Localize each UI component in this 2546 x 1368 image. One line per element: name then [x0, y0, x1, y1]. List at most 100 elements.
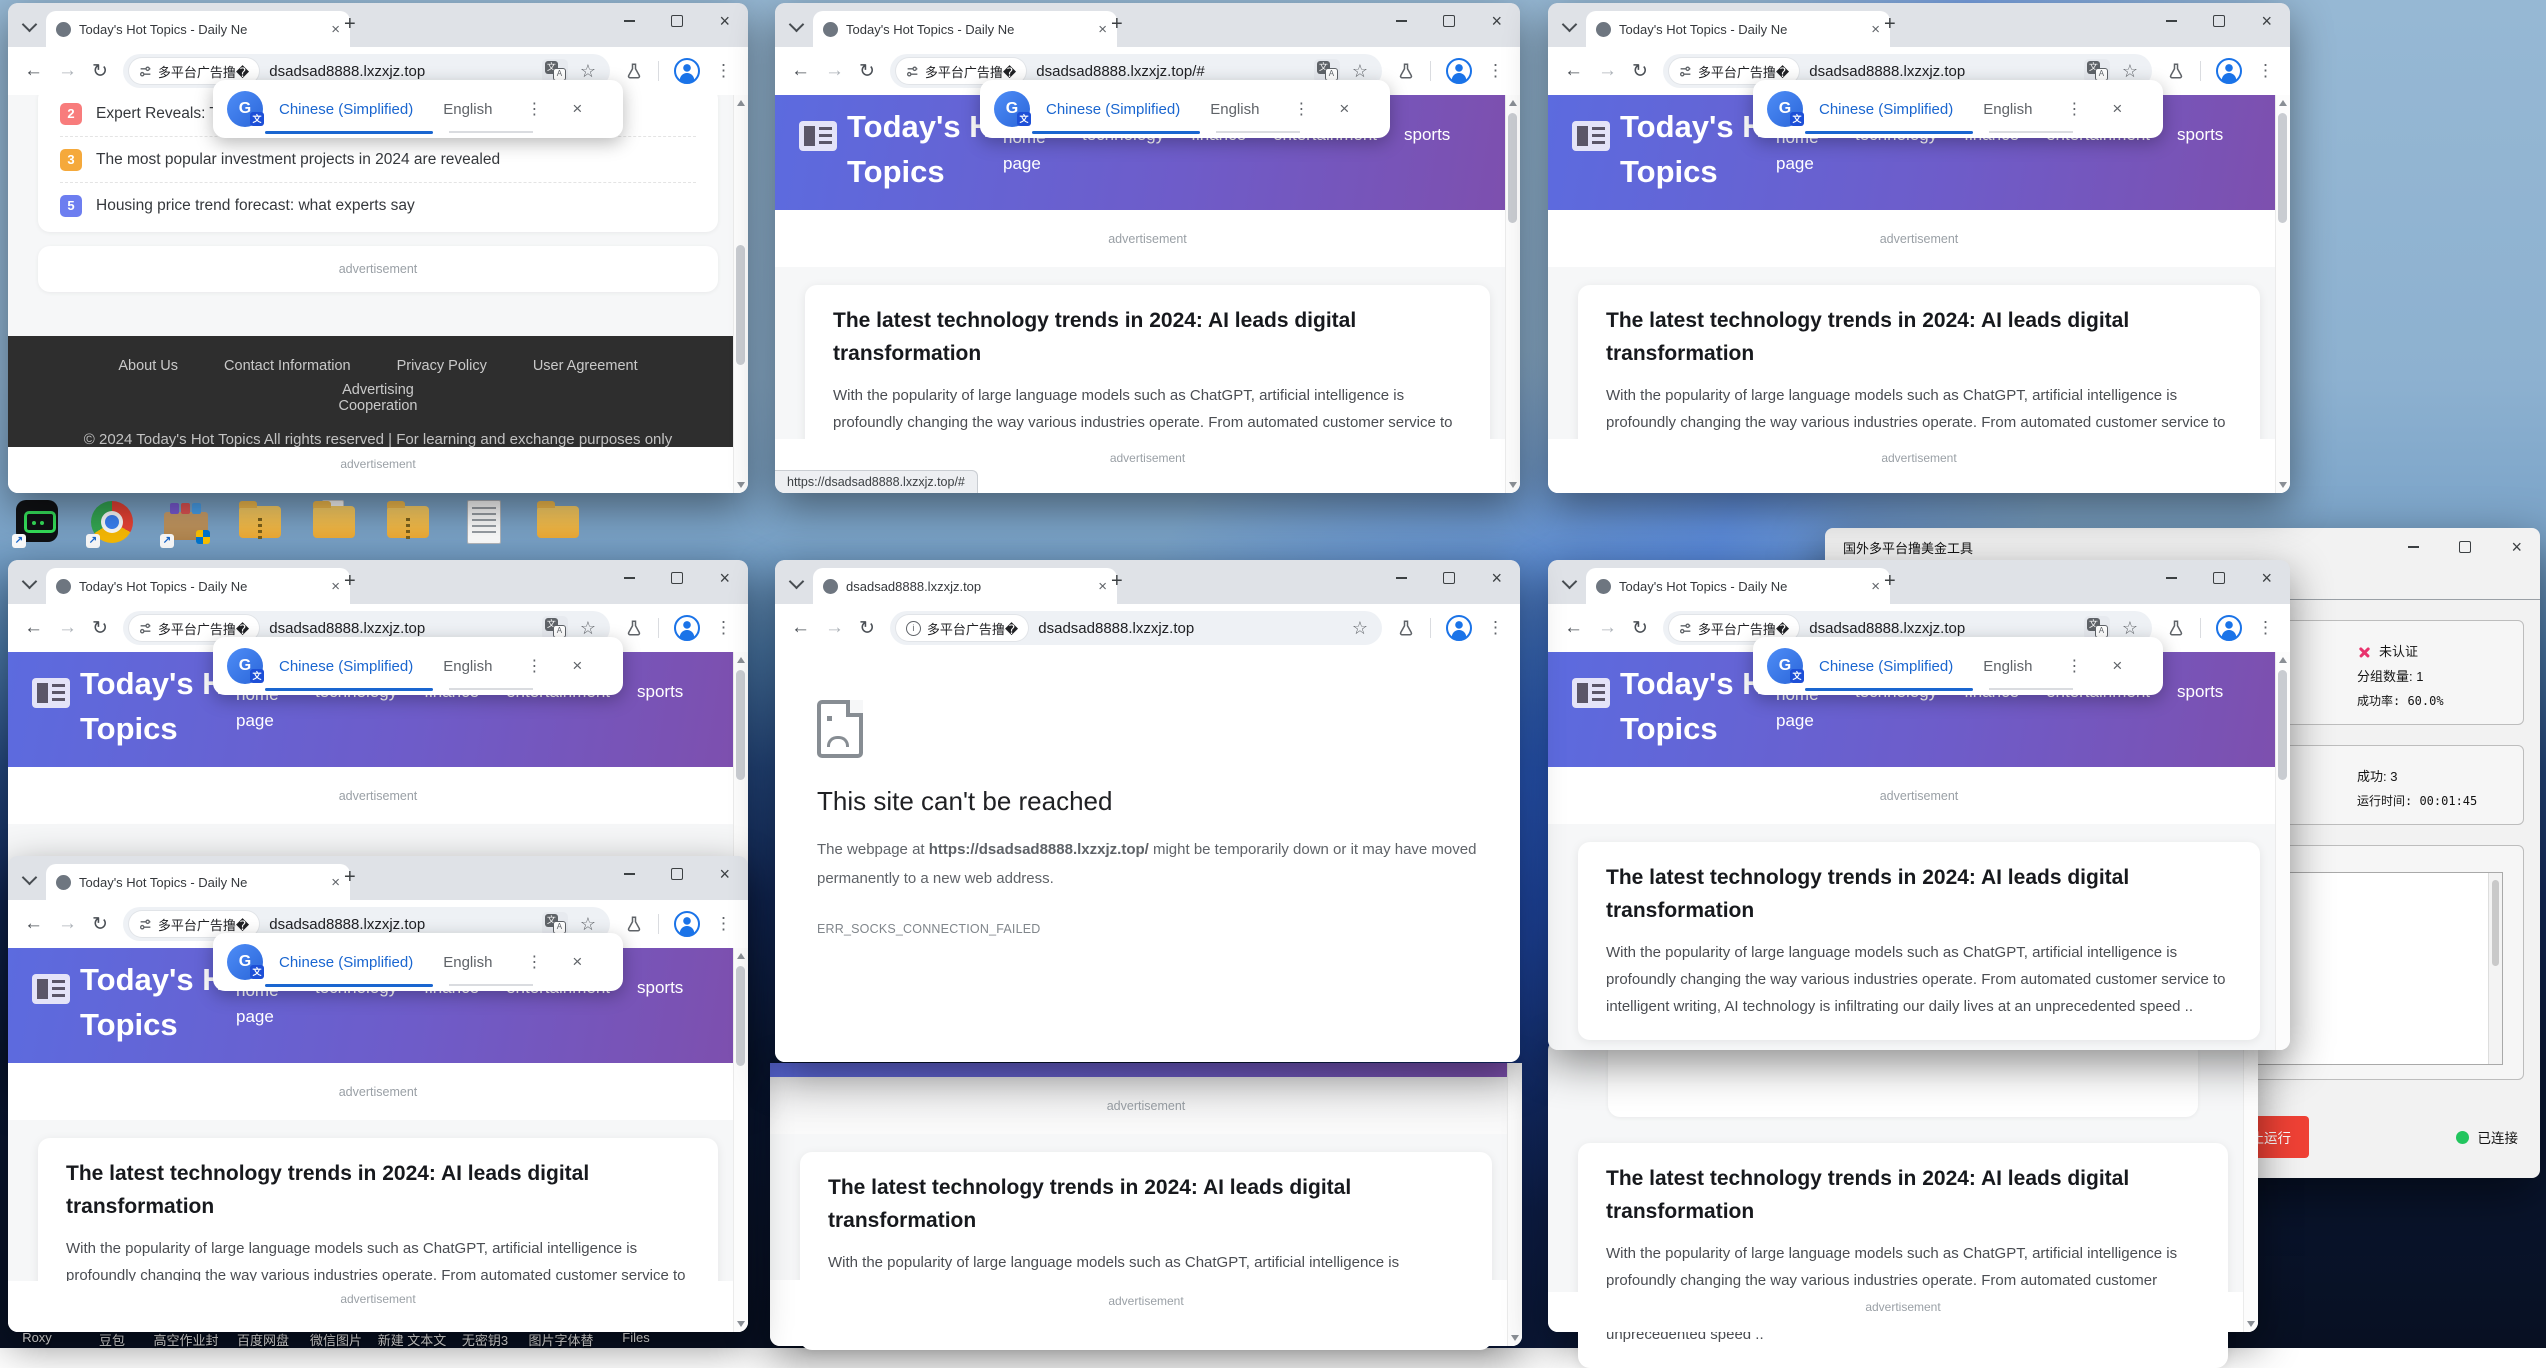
nav-sports[interactable]: sports: [1404, 125, 1450, 178]
bookmark-star-icon[interactable]: ☆: [580, 618, 596, 639]
tab-close-icon[interactable]: ×: [331, 578, 340, 595]
translate-options-icon[interactable]: ⋮: [526, 656, 542, 676]
minimize-button[interactable]: [624, 873, 635, 875]
new-tab-button[interactable]: +: [344, 13, 356, 36]
url-text[interactable]: dsadsad8888.lxzxjz.top: [269, 620, 425, 637]
desktop-label[interactable]: Roxy: [22, 1330, 52, 1345]
forward-icon[interactable]: →: [825, 60, 844, 82]
close-button[interactable]: ×: [1491, 16, 1502, 26]
translate-tab-chinese[interactable]: Chinese (Simplified): [279, 658, 413, 675]
desktop-label[interactable]: Files: [622, 1330, 649, 1345]
translate-tab-chinese[interactable]: Chinese (Simplified): [279, 954, 413, 971]
desktop-icon-folder-with-doc[interactable]: [310, 498, 358, 546]
reload-icon[interactable]: ↻: [859, 60, 875, 83]
nav-sports[interactable]: sports: [637, 682, 683, 735]
translate-tab-english[interactable]: English: [1983, 101, 2032, 118]
nav-sports[interactable]: sports: [2177, 682, 2223, 735]
tab-search-chevron-icon[interactable]: [22, 574, 38, 590]
footer-link-agreement[interactable]: User Agreement: [533, 358, 638, 374]
forward-icon[interactable]: →: [58, 913, 77, 935]
article-card[interactable]: The latest technology trends in 2024: AI…: [1578, 1143, 2228, 1368]
tab-search-chevron-icon[interactable]: [789, 574, 805, 590]
scroll-up-icon[interactable]: [1509, 100, 1517, 106]
new-tab-button[interactable]: +: [344, 570, 356, 593]
translate-tab-english[interactable]: English: [443, 658, 492, 675]
translate-options-icon[interactable]: ⋮: [2066, 99, 2082, 119]
scroll-up-icon[interactable]: [737, 100, 745, 106]
translate-close-icon[interactable]: ×: [1339, 99, 1349, 119]
minimize-button[interactable]: [2408, 546, 2419, 548]
desktop-label[interactable]: 图片字体替: [528, 1330, 593, 1349]
reload-icon[interactable]: ↻: [1632, 60, 1648, 83]
tab-close-icon[interactable]: ×: [331, 21, 340, 38]
forward-icon[interactable]: →: [58, 617, 77, 639]
translate-tab-english[interactable]: English: [1210, 101, 1259, 118]
scroll-up-icon[interactable]: [737, 657, 745, 663]
minimize-button[interactable]: [2166, 577, 2177, 579]
close-button[interactable]: ×: [719, 573, 730, 583]
browser-menu-icon[interactable]: ⋮: [715, 61, 732, 81]
back-icon[interactable]: ←: [791, 60, 810, 82]
translate-tab-english[interactable]: English: [443, 101, 492, 118]
scrollbar[interactable]: [2243, 1040, 2258, 1332]
profile-avatar-icon[interactable]: [674, 58, 700, 84]
desktop-icon-installer-box[interactable]: ↗: [162, 498, 210, 546]
maximize-button[interactable]: [671, 868, 683, 880]
experiments-flask-icon[interactable]: [625, 62, 643, 80]
reload-icon[interactable]: ↻: [859, 617, 875, 640]
footer-link-privacy[interactable]: Privacy Policy: [397, 358, 487, 374]
bookmark-star-icon[interactable]: ☆: [1352, 61, 1368, 82]
tab-search-chevron-icon[interactable]: [22, 870, 38, 886]
desktop-icon-chrome[interactable]: ↗: [88, 498, 136, 546]
reload-icon[interactable]: ↻: [92, 913, 108, 936]
desktop-label[interactable]: 豆包: [99, 1330, 125, 1349]
experiments-flask-icon[interactable]: [2167, 62, 2185, 80]
url-text[interactable]: dsadsad8888.lxzxjz.top: [1038, 620, 1194, 637]
scroll-up-icon[interactable]: [737, 953, 745, 959]
browser-menu-icon[interactable]: ⋮: [2257, 618, 2274, 638]
footer-link-about[interactable]: About Us: [118, 358, 178, 374]
profile-avatar-icon[interactable]: [674, 911, 700, 937]
bookmark-star-icon[interactable]: ☆: [580, 914, 596, 935]
list-item[interactable]: 5Housing price trend forecast: what expe…: [60, 183, 696, 228]
site-permission-chip[interactable]: i多平台广告撸�: [896, 615, 1028, 641]
browser-menu-icon[interactable]: ⋮: [1487, 618, 1504, 638]
translate-options-icon[interactable]: ⋮: [2066, 656, 2082, 676]
maximize-button[interactable]: [2213, 15, 2225, 27]
translate-close-icon[interactable]: ×: [572, 952, 582, 972]
bookmark-star-icon[interactable]: ☆: [2122, 61, 2138, 82]
footer-link-contact[interactable]: Contact Information: [224, 358, 351, 374]
browser-menu-icon[interactable]: ⋮: [1487, 61, 1504, 81]
back-icon[interactable]: ←: [1564, 60, 1583, 82]
scroll-down-icon[interactable]: [737, 1321, 745, 1327]
translate-tab-english[interactable]: English: [443, 954, 492, 971]
tab-close-icon[interactable]: ×: [1098, 578, 1107, 595]
scroll-thumb[interactable]: [2492, 880, 2499, 966]
profile-avatar-icon[interactable]: [1446, 58, 1472, 84]
url-text[interactable]: dsadsad8888.lxzxjz.top: [1809, 63, 1965, 80]
profile-avatar-icon[interactable]: [2216, 58, 2242, 84]
bookmark-star-icon[interactable]: ☆: [1352, 618, 1368, 639]
experiments-flask-icon[interactable]: [625, 619, 643, 637]
tab-close-icon[interactable]: ×: [331, 874, 340, 891]
back-icon[interactable]: ←: [1564, 617, 1583, 639]
url-text[interactable]: dsadsad8888.lxzxjz.top: [269, 63, 425, 80]
translate-close-icon[interactable]: ×: [2112, 99, 2122, 119]
maximize-button[interactable]: [2459, 541, 2471, 553]
forward-icon[interactable]: →: [1598, 60, 1617, 82]
scrollbar[interactable]: [1507, 1063, 1522, 1346]
minimize-button[interactable]: [1396, 577, 1407, 579]
profile-avatar-icon[interactable]: [1446, 615, 1472, 641]
minimize-button[interactable]: [624, 577, 635, 579]
scrollbar[interactable]: [733, 948, 748, 1332]
desktop-icon-zip-folder-2[interactable]: [384, 498, 432, 546]
desktop-icon-text-file[interactable]: [460, 498, 508, 546]
url-text[interactable]: dsadsad8888.lxzxjz.top: [269, 916, 425, 933]
close-button[interactable]: ×: [719, 869, 730, 879]
translate-tab-chinese[interactable]: Chinese (Simplified): [1819, 658, 1953, 675]
minimize-button[interactable]: [2166, 20, 2177, 22]
browser-tab[interactable]: Today's Hot Topics - Daily Ne×: [1586, 11, 1890, 47]
desktop-label[interactable]: 微信图片: [310, 1330, 362, 1349]
close-button[interactable]: ×: [2511, 542, 2522, 552]
scrollbar[interactable]: [733, 95, 748, 493]
